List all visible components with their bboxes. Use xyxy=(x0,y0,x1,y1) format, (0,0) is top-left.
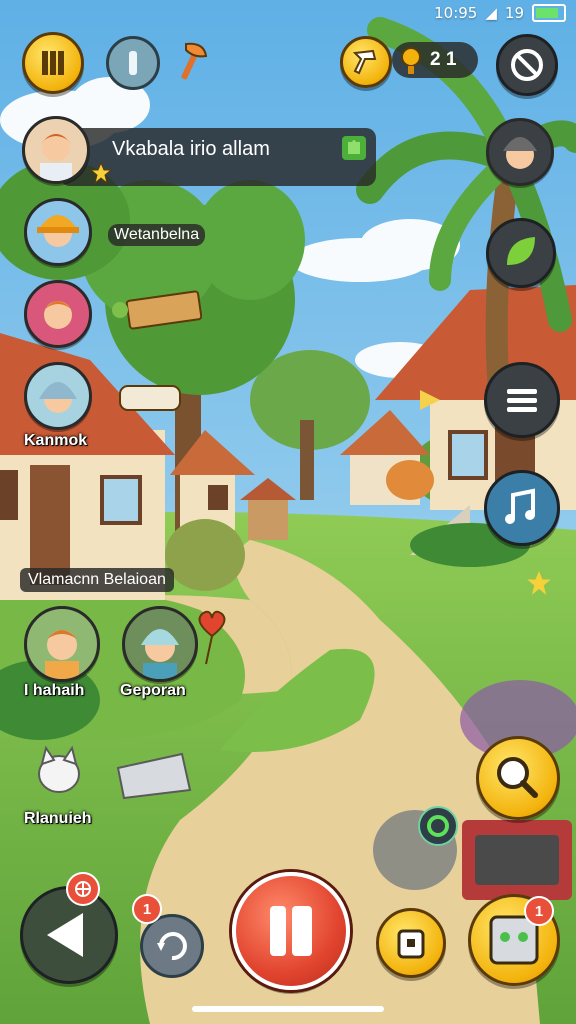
moss-creature xyxy=(165,519,245,591)
search-button[interactable] xyxy=(476,736,560,820)
music-button[interactable] xyxy=(484,470,560,546)
settings-button[interactable] xyxy=(496,34,558,96)
sparkle-star-icon xyxy=(527,571,551,595)
villager-4-name: Kanmok xyxy=(24,432,88,449)
avatar-pet-cat[interactable] xyxy=(28,740,90,802)
compass-badge xyxy=(66,872,100,906)
status-bar: 10:95 ◢ 19 xyxy=(434,4,566,22)
axe-icon[interactable] xyxy=(174,40,214,84)
avatar-villager-5[interactable] xyxy=(24,606,100,682)
avatar-villager-4[interactable] xyxy=(24,362,92,430)
status-time: 10:95 xyxy=(434,4,478,22)
battery-level-label: 19 xyxy=(504,4,524,22)
backpack-icon xyxy=(397,929,425,959)
music-note-icon xyxy=(505,488,535,524)
gift-badge: 1 xyxy=(524,896,554,926)
primary-action-button[interactable] xyxy=(232,872,350,990)
trophy-icon xyxy=(401,47,421,74)
quest-title: Vkabala irio allam xyxy=(112,138,270,160)
coin-counter: 2 1 xyxy=(392,42,478,78)
avatar-villager-3[interactable] xyxy=(24,280,92,348)
wifi-icon: ◢ xyxy=(485,4,497,22)
group-header: Vlamacnn Belaioan xyxy=(20,568,174,592)
puzzle-icon[interactable] xyxy=(342,136,366,160)
hamburger-icon xyxy=(507,389,537,412)
pause-bars-icon xyxy=(270,906,312,956)
avatar-villager-1[interactable] xyxy=(22,116,90,184)
rock-indicator-button[interactable] xyxy=(418,806,458,846)
hamburger-menu-button[interactable] xyxy=(484,362,560,438)
wrench-icon xyxy=(511,49,543,81)
star-icon xyxy=(90,162,112,184)
leaf-button[interactable] xyxy=(486,218,556,288)
avatar-villager-2[interactable] xyxy=(24,198,92,266)
villager-6-name: Geporan xyxy=(120,682,186,699)
refresh-icon xyxy=(157,932,187,961)
villager-5-name: I hahaih xyxy=(24,682,85,699)
hammer-button[interactable] xyxy=(340,36,392,88)
coin-count: 2 1 xyxy=(430,49,457,70)
pause-icon xyxy=(129,51,137,75)
avatar-villager-6[interactable] xyxy=(122,606,198,682)
fox-critter xyxy=(386,460,434,500)
refresh-badge: 1 xyxy=(132,894,162,924)
hammer-icon xyxy=(352,49,377,75)
magnifier-icon xyxy=(497,757,538,798)
heart-balloon-icon[interactable] xyxy=(192,606,232,666)
avatar-villager-right[interactable] xyxy=(486,118,554,186)
leaf-icon xyxy=(507,237,535,265)
pillars-icon xyxy=(42,51,64,75)
bucket-icon[interactable] xyxy=(112,750,196,802)
battery-icon xyxy=(532,4,566,22)
menu-button[interactable] xyxy=(22,32,84,94)
scroll-icon[interactable] xyxy=(112,376,188,420)
ring-icon xyxy=(427,815,449,837)
compass-icon xyxy=(75,881,91,897)
villager-2-name: Wetanbelna xyxy=(108,224,206,246)
wooden-sign-icon[interactable] xyxy=(108,288,202,332)
inventory-button[interactable] xyxy=(376,908,446,978)
pet-name: Rlanuieh xyxy=(24,810,92,827)
pause-button[interactable] xyxy=(106,36,160,90)
